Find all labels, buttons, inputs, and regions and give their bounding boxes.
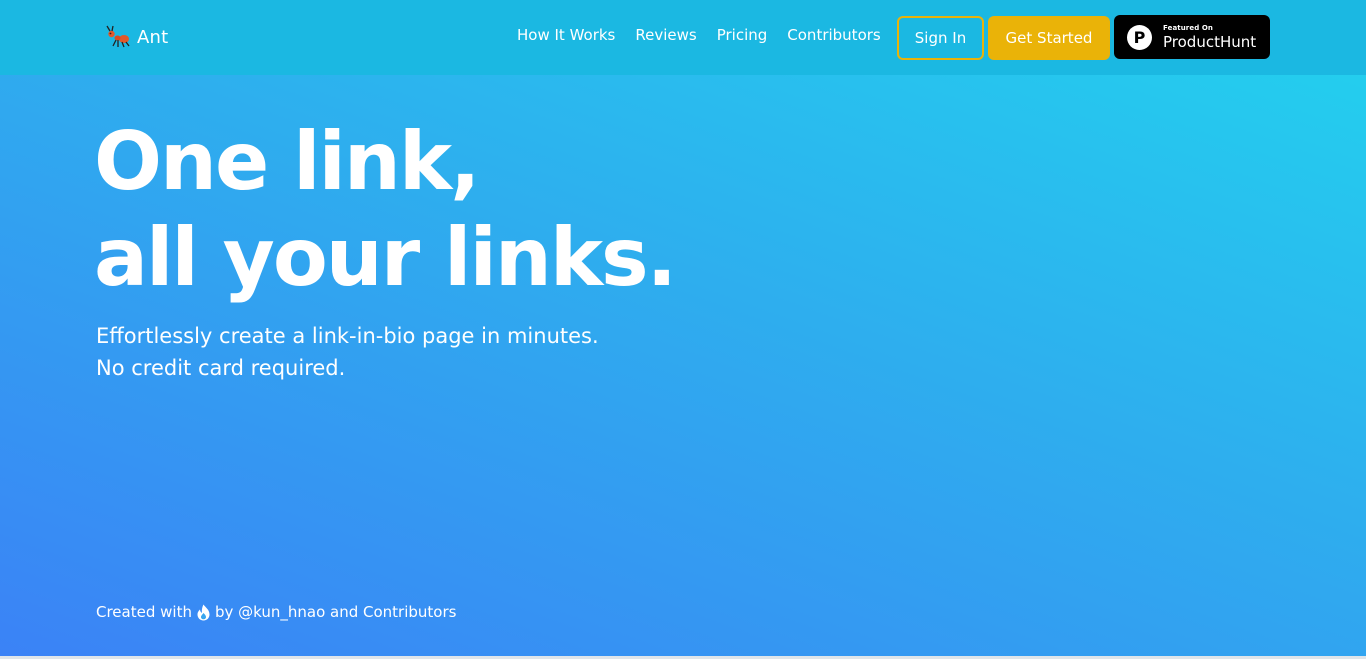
fire-icon bbox=[197, 604, 210, 620]
hero-title: One link, all your links. bbox=[94, 114, 677, 306]
navbar: Ant How It Works Reviews Pricing Contrib… bbox=[0, 0, 1366, 75]
nav-link-contributors[interactable]: Contributors bbox=[787, 26, 880, 44]
hero-title-line-2: all your links. bbox=[94, 211, 677, 304]
sign-in-button[interactable]: Sign In bbox=[897, 16, 984, 60]
product-hunt-big-label: ProductHunt bbox=[1163, 32, 1257, 51]
hero-title-line-1: One link, bbox=[94, 115, 480, 208]
hero-subtitle-line-2: No credit card required. bbox=[96, 356, 346, 380]
ant-icon bbox=[106, 25, 130, 48]
footer-credit-prefix: Created with bbox=[96, 603, 192, 621]
brand-link[interactable]: Ant bbox=[105, 24, 168, 50]
get-started-button[interactable]: Get Started bbox=[988, 16, 1110, 60]
nav-link-pricing[interactable]: Pricing bbox=[717, 26, 768, 44]
footer-credit-suffix: by @kun_hnao and Contributors bbox=[214, 603, 457, 621]
hero-subtitle-line-1: Effortlessly create a link-in-bio page i… bbox=[96, 324, 599, 348]
product-hunt-text: Featured On ProductHunt bbox=[1163, 23, 1257, 51]
product-hunt-icon: P bbox=[1127, 24, 1152, 50]
product-hunt-small-label: Featured On bbox=[1163, 23, 1213, 32]
footer-credit: Created with by @kun_hnao and Contributo… bbox=[96, 603, 456, 621]
product-hunt-badge[interactable]: P Featured On ProductHunt bbox=[1114, 15, 1270, 59]
brand-name: Ant bbox=[137, 26, 169, 48]
nav-links: How It Works Reviews Pricing Contributor… bbox=[517, 26, 881, 44]
nav-link-reviews[interactable]: Reviews bbox=[635, 26, 696, 44]
hero-subtitle: Effortlessly create a link-in-bio page i… bbox=[96, 320, 599, 384]
nav-link-how-it-works[interactable]: How It Works bbox=[517, 26, 615, 44]
